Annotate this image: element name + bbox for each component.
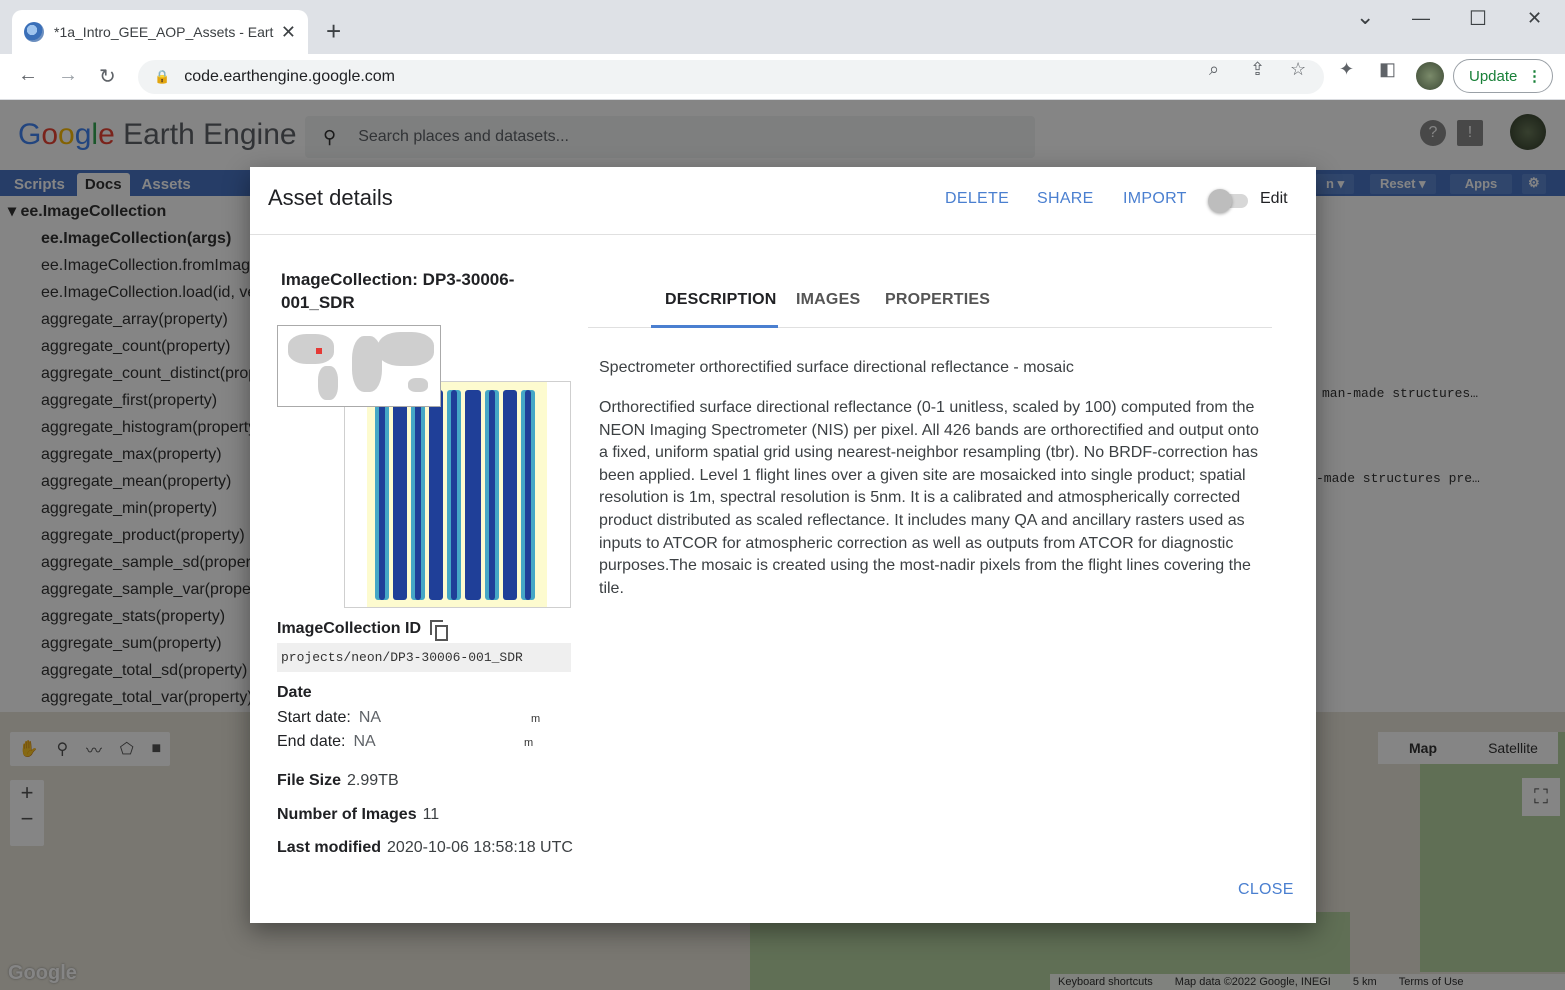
browser-toolbar: ← → ↻ 🔒 code.earthengine.google.com ⌕ ⇪ … [0, 54, 1565, 100]
last-modified-row: Last modified 2020-10-06 18:58:18 UTC [277, 839, 573, 857]
import-button[interactable]: IMPORT [1123, 190, 1187, 208]
last-modified-label: Last modified [277, 839, 382, 856]
minimize-button[interactable]: — [1412, 8, 1430, 29]
asset-name: ImageCollection: DP3-30006-001_SDR [281, 270, 515, 312]
tab-close-icon[interactable]: ✕ [281, 22, 296, 43]
edit-label: Edit [1260, 190, 1288, 207]
update-button[interactable]: Update ⋮ [1453, 59, 1553, 93]
end-date-value: NA [353, 733, 376, 750]
window-close-button[interactable]: ✕ [1527, 8, 1542, 29]
dialog-header: Asset details DELETE SHARE IMPORT Edit [250, 167, 1316, 235]
description-title: Spectrometer orthorectified surface dire… [599, 359, 1074, 376]
file-size-label: File Size [277, 772, 342, 789]
tab-description[interactable]: DESCRIPTION [665, 291, 777, 309]
end-date-picker-mark[interactable]: m [524, 737, 533, 749]
edit-toggle[interactable] [1208, 189, 1250, 213]
address-bar[interactable]: 🔒 code.earthengine.google.com [138, 60, 1324, 94]
num-images-row: Number of Images 11 [277, 806, 439, 824]
new-tab-button[interactable]: + [326, 18, 341, 44]
delete-button[interactable]: DELETE [945, 190, 1009, 208]
tab-images[interactable]: IMAGES [796, 291, 860, 309]
end-date-row: End date: NA [277, 733, 376, 751]
date-heading: Date [277, 684, 312, 701]
profile-avatar[interactable] [1416, 62, 1444, 90]
tab-search-chevron-down-icon[interactable]: ⌄ [1356, 4, 1374, 30]
url-text[interactable]: code.earthengine.google.com [184, 68, 395, 86]
asset-id-field[interactable]: projects/neon/DP3-30006-001_SDR [277, 643, 571, 672]
thumbnail-background [367, 382, 547, 607]
lock-icon[interactable]: 🔒 [154, 69, 170, 85]
num-images-value: 11 [422, 806, 440, 823]
earth-engine-favicon-icon [24, 22, 44, 42]
star-icon[interactable]: ☆ [1290, 59, 1306, 80]
maximize-button[interactable]: ☐ [1469, 6, 1487, 31]
start-date-row: Start date: NA [277, 709, 381, 727]
site-marker [316, 348, 322, 354]
update-label: Update [1469, 67, 1518, 85]
start-date-picker-mark[interactable]: m [531, 713, 540, 725]
num-images-label: Number of Images [277, 806, 417, 823]
forward-arrow-icon[interactable]: → [58, 64, 78, 87]
reload-icon[interactable]: ↻ [99, 64, 116, 89]
file-size-value: 2.99TB [347, 772, 399, 789]
browser-tab-strip: *1a_Intro_GEE_AOP_Assets - Earth Engine … [0, 0, 1565, 54]
detail-tabs: DESCRIPTION IMAGES PROPERTIES [588, 275, 1272, 328]
end-date-label: End date: [277, 733, 346, 750]
active-tab-indicator [651, 325, 778, 328]
tab-properties[interactable]: PROPERTIES [885, 291, 990, 309]
file-size-row: File Size 2.99TB [277, 772, 399, 790]
asset-thumbnail [344, 381, 571, 608]
browser-tab[interactable]: *1a_Intro_GEE_AOP_Assets - Earth Engine … [12, 10, 308, 54]
sidepanel-icon[interactable]: ◧ [1379, 59, 1396, 80]
dialog-title: Asset details [268, 185, 393, 210]
tab-title: *1a_Intro_GEE_AOP_Assets - Earth Engine [54, 24, 274, 40]
close-button[interactable]: CLOSE [1238, 881, 1294, 899]
more-vert-icon: ⋮ [1527, 68, 1542, 85]
extensions-icon[interactable]: ✦ [1339, 59, 1354, 80]
last-modified-value: 2020-10-06 18:58:18 UTC [387, 839, 573, 856]
id-label: ImageCollection ID [277, 620, 422, 637]
description-body: Orthorectified surface directional refle… [599, 399, 1259, 597]
asset-details-dialog: Asset details DELETE SHARE IMPORT Edit I… [250, 167, 1316, 923]
start-date-label: Start date: [277, 709, 351, 726]
start-date-value: NA [358, 709, 382, 726]
world-locator-map [277, 325, 441, 407]
copy-icon[interactable] [430, 620, 448, 641]
back-arrow-icon[interactable]: ← [18, 64, 38, 87]
share-icon[interactable]: ⇪ [1250, 59, 1265, 80]
share-button[interactable]: SHARE [1037, 190, 1094, 208]
zoom-icon[interactable]: ⌕ [1209, 59, 1219, 80]
